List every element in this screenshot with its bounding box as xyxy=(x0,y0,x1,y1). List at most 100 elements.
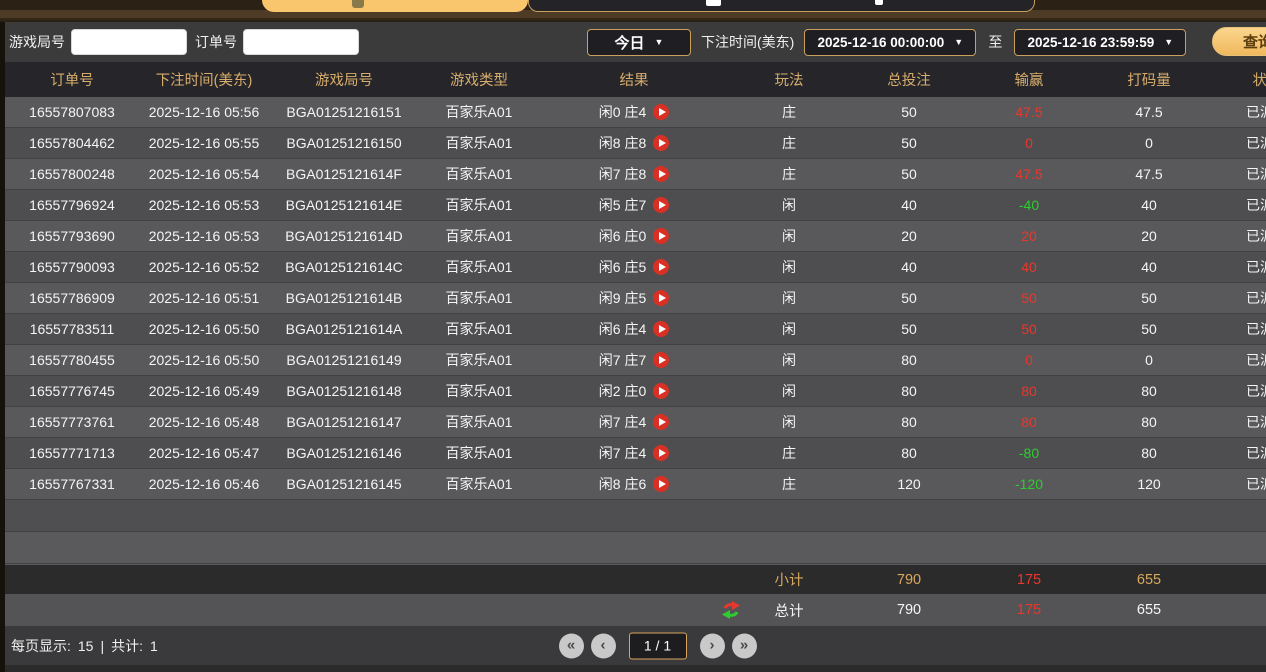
cell-total-bet: 50 xyxy=(849,321,969,337)
cell-result: 闲7 庄7 xyxy=(539,350,729,370)
play-triangle xyxy=(659,449,666,457)
tab-active[interactable] xyxy=(262,0,528,12)
result-text: 闲7 庄7 xyxy=(599,350,646,370)
cell-bet-time: 2025-12-16 05:53 xyxy=(139,228,269,244)
play-triangle xyxy=(659,263,666,271)
table-row[interactable]: 16557776745 2025-12-16 05:49 BGA01251216… xyxy=(5,376,1266,407)
play-replay-icon[interactable] xyxy=(653,259,669,275)
table-row[interactable]: 16557790093 2025-12-16 05:52 BGA01251216… xyxy=(5,252,1266,283)
table-row[interactable]: 16557804462 2025-12-16 05:55 BGA01251216… xyxy=(5,128,1266,159)
cell-win-loss: -120 xyxy=(969,476,1089,492)
play-replay-icon[interactable] xyxy=(653,135,669,151)
order-no-input[interactable] xyxy=(243,29,359,55)
page-indicator[interactable]: 1 / 1 xyxy=(629,632,687,659)
cell-status: 已派彩 xyxy=(1209,102,1266,122)
total-row: 总计 790 175 655 xyxy=(5,594,1266,626)
table-header-clip: 订单号 下注时间(美东) 游戏局号 游戏类型 结果 玩法 总投注 输赢 打码量 … xyxy=(5,62,1266,97)
cell-play: 闲 xyxy=(729,350,849,370)
header-status: 状态 xyxy=(1209,69,1266,90)
cell-total-bet: 80 xyxy=(849,414,969,430)
table-row[interactable]: 16557807083 2025-12-16 05:56 BGA01251216… xyxy=(5,97,1266,128)
prev-page-button[interactable]: ‹ xyxy=(591,633,616,658)
end-time-dropdown[interactable]: 2025-12-16 23:59:59 ▼ xyxy=(1014,29,1186,56)
cell-game-type: 百家乐A01 xyxy=(419,350,539,370)
cell-turnover: 40 xyxy=(1089,197,1209,213)
play-replay-icon[interactable] xyxy=(653,321,669,337)
header-result: 结果 xyxy=(539,69,729,90)
pagination-bar: 每页显示: 15 | 共计: 1 « ‹ 1 / 1 › » xyxy=(5,626,1266,665)
cell-turnover: 50 xyxy=(1089,321,1209,337)
header-order-no: 订单号 xyxy=(5,69,139,90)
cell-order-no: 16557776745 xyxy=(5,383,139,399)
start-time-dropdown[interactable]: 2025-12-16 00:00:00 ▼ xyxy=(804,29,976,56)
cell-total-bet: 80 xyxy=(849,352,969,368)
cell-bet-time: 2025-12-16 05:56 xyxy=(139,104,269,120)
play-triangle xyxy=(659,480,666,488)
next-page-button[interactable]: › xyxy=(700,633,725,658)
play-replay-icon[interactable] xyxy=(653,228,669,244)
cell-order-no: 16557783511 xyxy=(5,321,139,337)
active-tab-icon xyxy=(352,0,364,8)
header-win-loss: 输赢 xyxy=(969,69,1089,90)
table-row[interactable]: 16557793690 2025-12-16 05:53 BGA01251216… xyxy=(5,221,1266,252)
cell-win-loss: 50 xyxy=(969,321,1089,337)
table-row[interactable]: 16557800248 2025-12-16 05:54 BGA01251216… xyxy=(5,159,1266,190)
table-row[interactable]: 16557771713 2025-12-16 05:47 BGA01251216… xyxy=(5,438,1266,469)
cell-turnover: 20 xyxy=(1089,228,1209,244)
play-triangle xyxy=(659,356,666,364)
cell-play: 庄 xyxy=(729,102,849,122)
table-row[interactable]: 16557780455 2025-12-16 05:50 BGA01251216… xyxy=(5,345,1266,376)
table-row[interactable]: 16557773761 2025-12-16 05:48 BGA01251216… xyxy=(5,407,1266,438)
cell-total-bet: 40 xyxy=(849,197,969,213)
search-button[interactable]: 查询 xyxy=(1212,27,1266,56)
result-text: 闲2 庄0 xyxy=(599,381,646,401)
date-preset-value: 今日 xyxy=(615,32,645,53)
cell-status: 已派彩 xyxy=(1209,257,1266,277)
cell-total-bet: 20 xyxy=(849,228,969,244)
play-replay-icon[interactable] xyxy=(653,197,669,213)
play-replay-icon[interactable] xyxy=(653,290,669,306)
chevron-down-icon: ▼ xyxy=(655,37,664,47)
play-replay-icon[interactable] xyxy=(653,352,669,368)
table-row[interactable]: 16557783511 2025-12-16 05:50 BGA01251216… xyxy=(5,314,1266,345)
cell-result: 闲8 庄6 xyxy=(539,474,729,494)
result-text: 闲6 庄0 xyxy=(599,226,646,246)
cell-order-no: 16557800248 xyxy=(5,166,139,182)
cell-game-round: BGA01251216151 xyxy=(269,104,419,120)
table-row[interactable]: 16557796924 2025-12-16 05:53 BGA01251216… xyxy=(5,190,1266,221)
play-triangle xyxy=(659,232,666,240)
last-page-button[interactable]: » xyxy=(732,633,757,658)
order-no-label: 订单号 xyxy=(195,32,237,52)
bet-time-label: 下注时间(美东) xyxy=(701,32,794,52)
cell-play: 庄 xyxy=(729,443,849,463)
play-triangle xyxy=(659,418,666,426)
cell-win-loss: 80 xyxy=(969,414,1089,430)
cell-status: 已派彩 xyxy=(1209,350,1266,370)
table-body: 16557807083 2025-12-16 05:56 BGA01251216… xyxy=(5,97,1266,565)
date-preset-dropdown[interactable]: 今日 ▼ xyxy=(587,29,691,56)
first-page-button[interactable]: « xyxy=(559,633,584,658)
play-replay-icon[interactable] xyxy=(653,104,669,120)
cell-game-type: 百家乐A01 xyxy=(419,319,539,339)
play-replay-icon[interactable] xyxy=(653,383,669,399)
game-round-input[interactable] xyxy=(71,29,187,55)
cell-win-loss: 50 xyxy=(969,290,1089,306)
cell-turnover: 80 xyxy=(1089,445,1209,461)
play-replay-icon[interactable] xyxy=(653,476,669,492)
cell-turnover: 120 xyxy=(1089,476,1209,492)
tab-inactive[interactable] xyxy=(528,0,1035,12)
play-replay-icon[interactable] xyxy=(653,445,669,461)
cell-game-round: BGA01251216149 xyxy=(269,352,419,368)
total-count-value: 1 xyxy=(150,638,158,654)
chevron-down-icon: ▼ xyxy=(1164,37,1173,47)
play-replay-icon[interactable] xyxy=(653,414,669,430)
cell-status: 已派彩 xyxy=(1209,412,1266,432)
play-triangle xyxy=(659,139,666,147)
play-replay-icon[interactable] xyxy=(653,166,669,182)
cell-win-loss: 47.5 xyxy=(969,104,1089,120)
table-row[interactable]: 16557767331 2025-12-16 05:46 BGA01251216… xyxy=(5,469,1266,500)
cell-win-loss: 0 xyxy=(969,135,1089,151)
table-row[interactable]: 16557786909 2025-12-16 05:51 BGA01251216… xyxy=(5,283,1266,314)
swap-currency-icon[interactable] xyxy=(721,600,741,620)
cell-status: 已派彩 xyxy=(1209,288,1266,308)
